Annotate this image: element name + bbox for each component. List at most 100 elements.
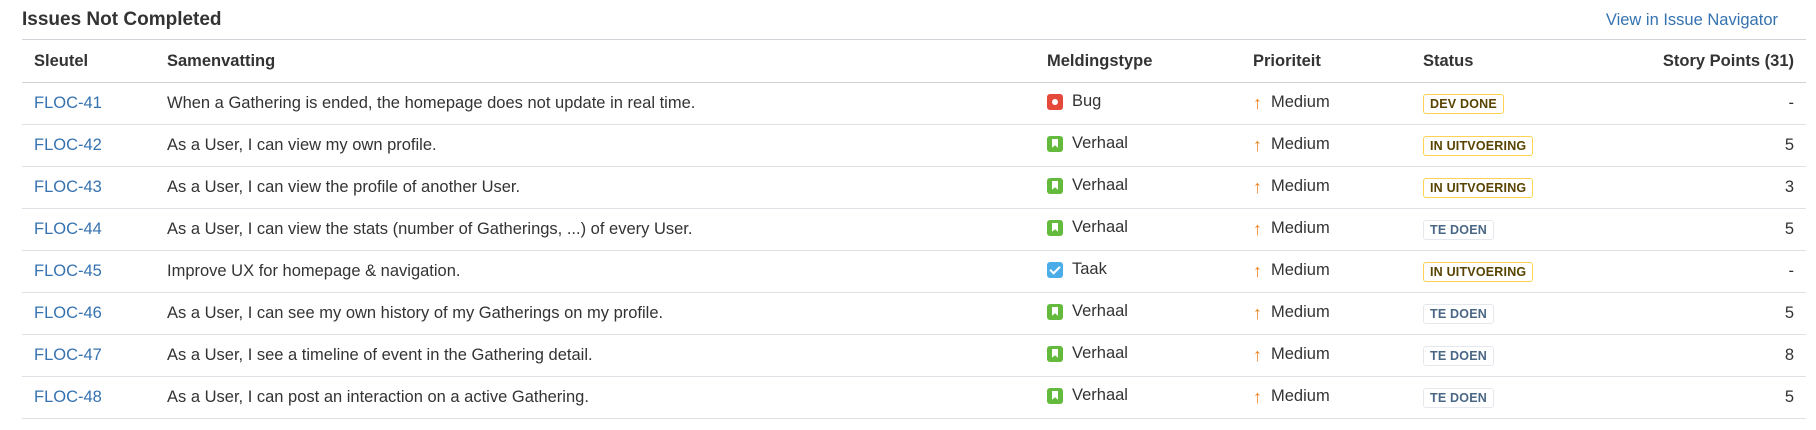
column-header-story-points[interactable]: Story Points (31) [1623, 39, 1806, 83]
priority-medium-arrow-icon: ↑ [1253, 176, 1262, 197]
priority-medium-arrow-icon: ↑ [1253, 92, 1262, 113]
issue-priority-label: Medium [1271, 261, 1330, 280]
table-row[interactable]: FLOC-48 As a User, I can post an interac… [22, 376, 1806, 419]
issue-priority-label: Medium [1271, 135, 1330, 154]
issue-type: Verhaal [1047, 302, 1128, 321]
issue-priority: ↑ Medium [1253, 345, 1330, 364]
table-row[interactable]: FLOC-43 As a User, I can view the profil… [22, 166, 1806, 209]
column-header-type[interactable]: Meldingstype [1047, 39, 1253, 83]
story-points-value: 5 [1623, 292, 1806, 335]
story-icon [1047, 345, 1063, 362]
issue-key-link[interactable]: FLOC-47 [34, 346, 102, 364]
story-points-value: 5 [1623, 208, 1806, 251]
issue-type: Verhaal [1047, 134, 1128, 153]
issue-priority: ↑ Medium [1253, 219, 1330, 238]
issue-type: Bug [1047, 92, 1101, 111]
status-badge: TE DOEN [1423, 345, 1494, 366]
table-row[interactable]: FLOC-44 As a User, I can view the stats … [22, 208, 1806, 251]
issue-priority: ↑ Medium [1253, 177, 1330, 196]
issues-table-body: FLOC-41 When a Gathering is ended, the h… [22, 82, 1806, 419]
issue-summary: As a User, I can view the profile of ano… [167, 166, 1047, 209]
issue-summary: As a User, I see a timeline of event in … [167, 334, 1047, 377]
issue-priority-label: Medium [1271, 387, 1330, 406]
issue-type-label: Verhaal [1072, 176, 1128, 195]
issue-type-label: Verhaal [1072, 134, 1128, 153]
section-title: Issues Not Completed [22, 9, 222, 30]
issue-key-link[interactable]: FLOC-43 [34, 178, 102, 196]
story-points-value: 3 [1623, 166, 1806, 209]
status-badge: DEV DONE [1423, 93, 1504, 114]
story-points-value: 8 [1623, 334, 1806, 377]
task-icon [1047, 261, 1063, 278]
status-badge: TE DOEN [1423, 387, 1494, 408]
issue-key-link[interactable]: FLOC-42 [34, 136, 102, 154]
issue-type-label: Taak [1072, 260, 1107, 279]
priority-medium-arrow-icon: ↑ [1253, 260, 1262, 281]
table-row[interactable]: FLOC-45 Improve UX for homepage & naviga… [22, 250, 1806, 293]
issue-type: Verhaal [1047, 176, 1128, 195]
section-header: Issues Not Completed View in Issue Navig… [22, 0, 1794, 39]
issue-priority-label: Medium [1271, 93, 1330, 112]
issue-summary: When a Gathering is ended, the homepage … [167, 82, 1047, 125]
issue-summary: As a User, I can view my own profile. [167, 124, 1047, 167]
column-header-status[interactable]: Status [1423, 39, 1623, 83]
table-row[interactable]: FLOC-41 When a Gathering is ended, the h… [22, 82, 1806, 125]
issue-key-link[interactable]: FLOC-44 [34, 220, 102, 238]
story-points-value: 5 [1623, 376, 1806, 419]
status-badge: TE DOEN [1423, 219, 1494, 240]
issues-table: Sleutel Samenvatting Meldingstype Priori… [22, 39, 1806, 419]
issue-priority: ↑ Medium [1253, 93, 1330, 112]
status-badge: IN UITVOERING [1423, 135, 1534, 156]
issue-type: Verhaal [1047, 386, 1128, 405]
issue-priority-label: Medium [1271, 219, 1330, 238]
issue-key-link[interactable]: FLOC-45 [34, 262, 102, 280]
issue-priority-label: Medium [1271, 177, 1330, 196]
table-row[interactable]: FLOC-42 As a User, I can view my own pro… [22, 124, 1806, 167]
priority-medium-arrow-icon: ↑ [1253, 344, 1262, 365]
issues-report: Issues Not Completed View in Issue Navig… [0, 0, 1816, 419]
issue-priority: ↑ Medium [1253, 387, 1330, 406]
issue-key-link[interactable]: FLOC-48 [34, 388, 102, 406]
table-row[interactable]: FLOC-46 As a User, I can see my own hist… [22, 292, 1806, 335]
issue-priority-label: Medium [1271, 303, 1330, 322]
priority-medium-arrow-icon: ↑ [1253, 386, 1262, 407]
issue-summary: As a User, I can post an interaction on … [167, 376, 1047, 419]
view-in-issue-navigator-link[interactable]: View in Issue Navigator [1606, 11, 1778, 30]
story-points-value: - [1623, 250, 1806, 293]
story-icon [1047, 219, 1063, 236]
issue-summary: Improve UX for homepage & navigation. [167, 250, 1047, 293]
priority-medium-arrow-icon: ↑ [1253, 218, 1262, 239]
issue-type-label: Verhaal [1072, 386, 1128, 405]
story-icon [1047, 387, 1063, 404]
column-header-summary[interactable]: Samenvatting [167, 39, 1047, 83]
issue-summary: As a User, I can see my own history of m… [167, 292, 1047, 335]
issue-type-label: Bug [1072, 92, 1102, 111]
issue-type-label: Verhaal [1072, 218, 1128, 237]
story-points-value: 5 [1623, 124, 1806, 167]
priority-medium-arrow-icon: ↑ [1253, 134, 1262, 155]
issue-type-label: Verhaal [1072, 302, 1128, 321]
table-header-row: Sleutel Samenvatting Meldingstype Priori… [22, 39, 1806, 83]
story-points-value: - [1623, 82, 1806, 125]
issue-type: Verhaal [1047, 344, 1128, 363]
issue-key-link[interactable]: FLOC-46 [34, 304, 102, 322]
table-row[interactable]: FLOC-47 As a User, I see a timeline of e… [22, 334, 1806, 377]
status-badge: IN UITVOERING [1423, 177, 1534, 198]
issue-priority: ↑ Medium [1253, 303, 1330, 322]
column-header-priority[interactable]: Prioriteit [1253, 39, 1423, 83]
status-badge: IN UITVOERING [1423, 261, 1534, 282]
issue-type: Verhaal [1047, 218, 1128, 237]
issue-priority: ↑ Medium [1253, 135, 1330, 154]
issue-type-label: Verhaal [1072, 344, 1128, 363]
issue-priority: ↑ Medium [1253, 261, 1330, 280]
status-badge: TE DOEN [1423, 303, 1494, 324]
column-header-key[interactable]: Sleutel [22, 39, 167, 83]
issue-key-link[interactable]: FLOC-41 [34, 94, 102, 112]
issue-summary: As a User, I can view the stats (number … [167, 208, 1047, 251]
issue-priority-label: Medium [1271, 345, 1330, 364]
bug-icon [1047, 93, 1063, 110]
story-icon [1047, 303, 1063, 320]
story-icon [1047, 177, 1063, 194]
priority-medium-arrow-icon: ↑ [1253, 302, 1262, 323]
story-icon [1047, 135, 1063, 152]
